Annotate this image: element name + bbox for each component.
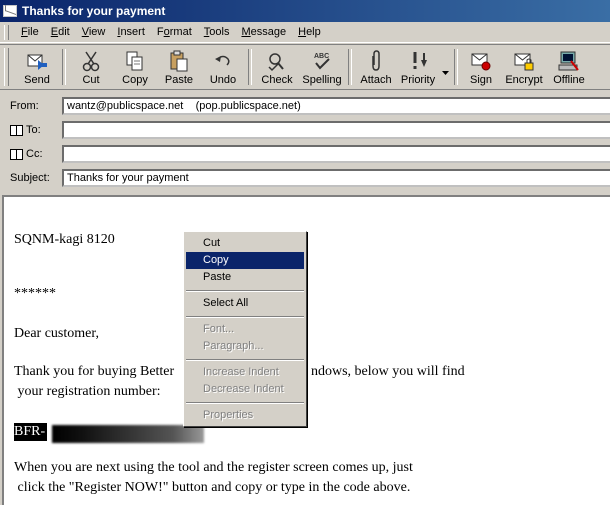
encrypt-button[interactable]: Encrypt [501,45,547,89]
sign-button[interactable]: Sign [461,45,501,89]
context-decrease-indent: Decrease Indent [203,383,284,395]
subject-label: Subject: [10,172,50,184]
attach-button[interactable]: Attach [355,45,397,89]
to-label: To: [26,124,41,136]
body-line: Thank you for buying Better [14,364,175,379]
from-label: From: [10,100,39,112]
svg-text:ABC: ABC [314,53,329,60]
chevron-down-icon [441,62,449,84]
address-book-icon[interactable] [10,148,23,160]
context-paste[interactable]: Paste [186,269,304,286]
menu-tools[interactable]: Tools [198,26,236,38]
menu-file[interactable]: File [15,26,45,38]
sign-icon [470,50,492,72]
context-increase-indent: Increase Indent [203,366,279,378]
encrypt-icon [513,50,535,72]
toolbar-separator [454,49,458,85]
mail-message-icon [3,5,17,17]
menu-message[interactable]: Message [235,26,292,38]
menubar-grip [4,24,9,40]
to-field[interactable] [62,121,610,139]
check-names-button[interactable]: Check [255,45,299,89]
undo-icon [213,50,233,72]
cc-label: Cc: [26,148,43,160]
context-separator [186,316,304,318]
subject-row: Subject: Thanks for your payment [0,167,610,189]
context-select-all[interactable]: Select All [186,295,304,312]
priority-dropdown[interactable] [439,45,451,89]
body-line: Dear customer, [14,326,99,341]
paperclip-icon [369,50,383,72]
offline-icon [558,50,580,72]
cc-field[interactable] [62,145,610,163]
registration-code-selection: BFR- [14,423,48,441]
address-book-icon[interactable] [10,124,23,136]
paste-icon [169,50,189,72]
menu-format[interactable]: Format [151,26,198,38]
copy-icon [125,50,145,72]
spelling-button[interactable]: ABC Spelling [299,45,345,89]
to-row: To: [0,119,610,141]
context-separator [186,290,304,292]
undo-button[interactable]: Undo [201,45,245,89]
context-properties: Properties [203,409,254,421]
body-line: When you are next using the tool and the… [14,460,413,475]
menu-help[interactable]: Help [292,26,327,38]
scissors-icon [81,50,101,72]
body-line: ndows, below you will find [311,364,465,379]
spelling-icon: ABC [311,50,333,72]
context-separator [186,402,304,404]
title-bar: Thanks for your payment [0,0,610,22]
menu-bar: File Edit View Insert Format Tools Messa… [0,22,610,43]
context-font: Font... [203,323,235,335]
toolbar-separator [62,49,66,85]
priority-button[interactable]: Priority [397,45,439,89]
window-title: Thanks for your payment [22,4,166,18]
menu-edit[interactable]: Edit [45,26,76,38]
toolbar-separator [348,49,352,85]
from-row: From: wantz@publicspace.net (pop.publics… [0,95,610,117]
cut-button[interactable]: Cut [69,45,113,89]
subject-field[interactable]: Thanks for your payment [62,169,610,187]
context-copy[interactable]: Copy [186,252,304,269]
context-paragraph: Paragraph... [203,340,264,352]
context-cut[interactable]: Cut [186,235,304,252]
send-button[interactable]: Send [15,45,59,89]
toolbar-separator [248,49,252,85]
body-line: click the "Register NOW!" button and cop… [14,480,411,495]
cc-row: Cc: [0,143,610,165]
body-line: ****** [14,286,56,301]
paste-button[interactable]: Paste [157,45,201,89]
context-separator [186,359,304,361]
body-line: SQNM-kagi 8120 [14,232,115,247]
check-names-icon [266,50,288,72]
offline-button[interactable]: Offline [547,45,591,89]
from-field[interactable]: wantz@publicspace.net (pop.publicspace.n… [62,97,610,115]
menu-insert[interactable]: Insert [111,26,151,38]
body-line: your registration number: [14,384,161,399]
redacted-registration-code [52,425,204,443]
context-menu: Cut Copy Paste Select All Font... Paragr… [183,231,307,427]
toolbar-grip [4,48,9,86]
copy-button[interactable]: Copy [113,45,157,89]
toolbar: Send Cut Copy Paste Undo Check ABC Spell… [0,44,610,90]
priority-icon [408,50,428,72]
menu-view[interactable]: View [76,26,112,38]
send-icon [26,50,48,72]
